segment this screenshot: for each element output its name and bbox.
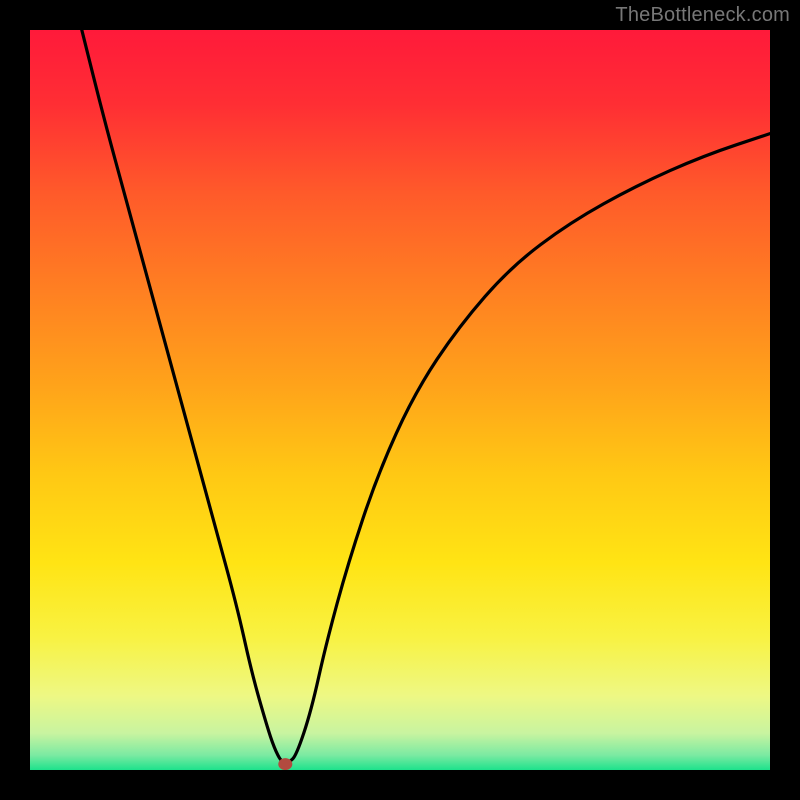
attribution-label: TheBottleneck.com (615, 4, 790, 27)
plot-area (30, 30, 770, 770)
bottleneck-curve (30, 30, 770, 770)
optimal-point-marker (278, 758, 292, 770)
chart-container: TheBottleneck.com (0, 0, 800, 800)
